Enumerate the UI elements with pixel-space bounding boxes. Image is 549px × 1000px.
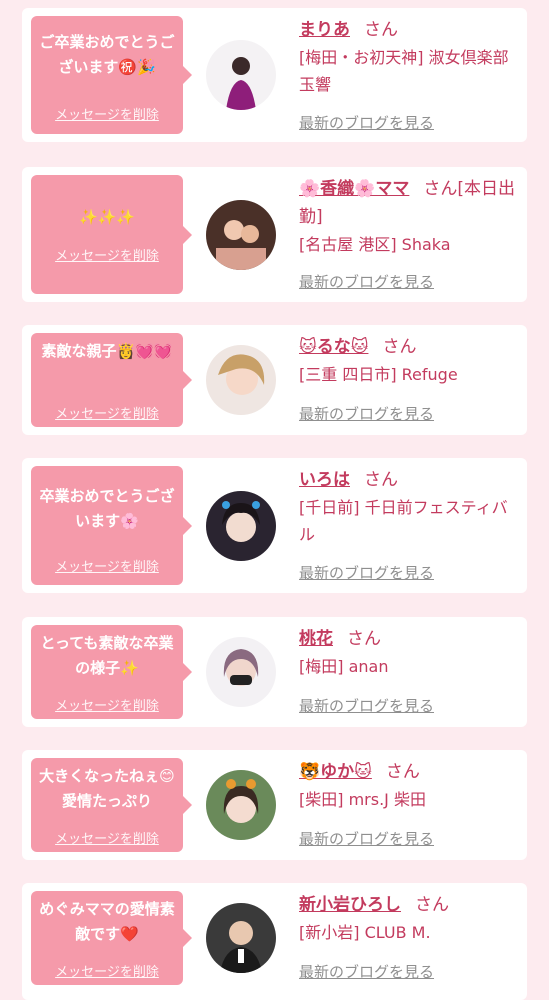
message-bubble: 素敵な親子👸💓💓 メッセージを削除 bbox=[31, 333, 192, 427]
sender-name-link[interactable]: 🐱るな🐱 bbox=[299, 337, 368, 357]
message-card: ✨✨✨ メッセージを削除 🌸香織🌸ママ さん[本日出勤] [名古屋 港区] Sha… bbox=[22, 167, 527, 302]
avatar[interactable] bbox=[206, 345, 276, 415]
message-card: 素敵な親子👸💓💓 メッセージを削除 🐱るな🐱 さん [三重 四日市] Refuge… bbox=[22, 325, 527, 435]
entry-info: まりあ さん [梅田・お初天神] 淑女倶楽部 玉響 bbox=[299, 16, 521, 98]
delete-message-link[interactable]: メッセージを削除 bbox=[31, 961, 183, 980]
message-bubble: 卒業おめでとうございます🌸 メッセージを削除 bbox=[31, 466, 192, 585]
message-card: 卒業おめでとうございます🌸 メッセージを削除 いろは さん [千日前] 千日前フェ… bbox=[22, 458, 527, 593]
latest-blog-link[interactable]: 最新のブログを見る bbox=[299, 961, 434, 982]
shop-info: [三重 四日市] Refuge bbox=[299, 365, 458, 384]
message-text: めぐみママの愛情素敵です❤️ bbox=[39, 900, 175, 943]
entry-info: 新小岩ひろし さん [新小岩] CLUB M. bbox=[299, 891, 521, 946]
honorific: さん bbox=[364, 20, 398, 40]
honorific: さん bbox=[415, 895, 449, 915]
honorific: さん bbox=[364, 470, 398, 490]
sender-name-link[interactable]: 桃花 bbox=[299, 629, 333, 649]
message-card: ご卒業おめでとうございます㊗️🎉 メッセージを削除 まりあ さん [梅田・お初天神… bbox=[22, 8, 527, 142]
honorific: さん bbox=[347, 629, 381, 649]
message-bubble: めぐみママの愛情素敵です❤️ メッセージを削除 bbox=[31, 891, 192, 985]
shop-info: [梅田・お初天神] 淑女倶楽部 玉響 bbox=[299, 48, 509, 94]
honorific: さん bbox=[385, 762, 420, 782]
message-text: 卒業おめでとうございます🌸 bbox=[39, 487, 175, 530]
avatar[interactable] bbox=[206, 200, 276, 270]
message-card: めぐみママの愛情素敵です❤️ メッセージを削除 新小岩ひろし さん [新小岩] C… bbox=[22, 883, 527, 1000]
latest-blog-link[interactable]: 最新のブログを見る bbox=[299, 695, 434, 716]
avatar[interactable] bbox=[206, 491, 276, 561]
shop-info: [柴田] mrs.J 柴田 bbox=[299, 790, 426, 809]
message-text: 素敵な親子👸💓💓 bbox=[41, 342, 173, 360]
latest-blog-link[interactable]: 最新のブログを見る bbox=[299, 562, 434, 583]
entry-info: いろは さん [千日前] 千日前フェスティバル bbox=[299, 466, 521, 548]
delete-message-link[interactable]: メッセージを削除 bbox=[31, 245, 183, 264]
avatar[interactable] bbox=[206, 770, 276, 840]
shop-info: [名古屋 港区] Shaka bbox=[299, 235, 451, 254]
avatar[interactable] bbox=[206, 40, 276, 110]
entry-info: 🌸香織🌸ママ さん[本日出勤] [名古屋 港区] Shaka bbox=[299, 175, 521, 258]
latest-blog-link[interactable]: 最新のブログを見る bbox=[299, 828, 434, 849]
delete-message-link[interactable]: メッセージを削除 bbox=[31, 695, 183, 714]
message-bubble: ご卒業おめでとうございます㊗️🎉 メッセージを削除 bbox=[31, 16, 192, 134]
delete-message-link[interactable]: メッセージを削除 bbox=[31, 556, 183, 575]
shop-info: [千日前] 千日前フェスティバル bbox=[299, 498, 508, 544]
message-bubble: 大きくなったねぇ😊愛情たっぷり メッセージを削除 bbox=[31, 758, 192, 852]
entry-info: 🐯ゆか🐱 さん [柴田] mrs.J 柴田 bbox=[299, 758, 521, 813]
latest-blog-link[interactable]: 最新のブログを見る bbox=[299, 271, 434, 292]
message-text: とっても素敵な卒業の様子✨ bbox=[40, 634, 174, 677]
delete-message-link[interactable]: メッセージを削除 bbox=[31, 828, 183, 847]
entry-info: 🐱るな🐱 さん [三重 四日市] Refuge bbox=[299, 333, 521, 388]
delete-message-link[interactable]: メッセージを削除 bbox=[31, 104, 183, 123]
avatar[interactable] bbox=[206, 903, 276, 973]
honorific: さん bbox=[382, 337, 417, 357]
delete-message-link[interactable]: メッセージを削除 bbox=[31, 403, 183, 422]
sender-name-link[interactable]: まりあ bbox=[299, 20, 350, 40]
latest-blog-link[interactable]: 最新のブログを見る bbox=[299, 403, 434, 424]
message-text: ご卒業おめでとうございます㊗️🎉 bbox=[39, 33, 175, 76]
sender-name-link[interactable]: 🐯ゆか🐱 bbox=[299, 762, 372, 782]
honorific: さん bbox=[423, 179, 458, 199]
message-text: ✨✨✨ bbox=[78, 208, 136, 226]
message-bubble: とっても素敵な卒業の様子✨ メッセージを削除 bbox=[31, 625, 192, 719]
avatar[interactable] bbox=[206, 637, 276, 707]
sender-name-link[interactable]: 🌸香織🌸ママ bbox=[299, 179, 409, 199]
message-text: 大きくなったねぇ😊愛情たっぷり bbox=[39, 767, 175, 810]
sender-name-link[interactable]: いろは bbox=[299, 470, 350, 490]
shop-info: [梅田] anan bbox=[299, 657, 389, 676]
message-card: とっても素敵な卒業の様子✨ メッセージを削除 桃花 さん [梅田] anan 最新… bbox=[22, 617, 527, 727]
message-card: 大きくなったねぇ😊愛情たっぷり メッセージを削除 🐯ゆか🐱 さん [柴田] mrs… bbox=[22, 750, 527, 860]
shop-info: [新小岩] CLUB M. bbox=[299, 923, 431, 942]
sender-name-link[interactable]: 新小岩ひろし bbox=[299, 895, 401, 915]
latest-blog-link[interactable]: 最新のブログを見る bbox=[299, 112, 434, 133]
message-bubble: ✨✨✨ メッセージを削除 bbox=[31, 175, 192, 294]
entry-info: 桃花 さん [梅田] anan bbox=[299, 625, 521, 680]
